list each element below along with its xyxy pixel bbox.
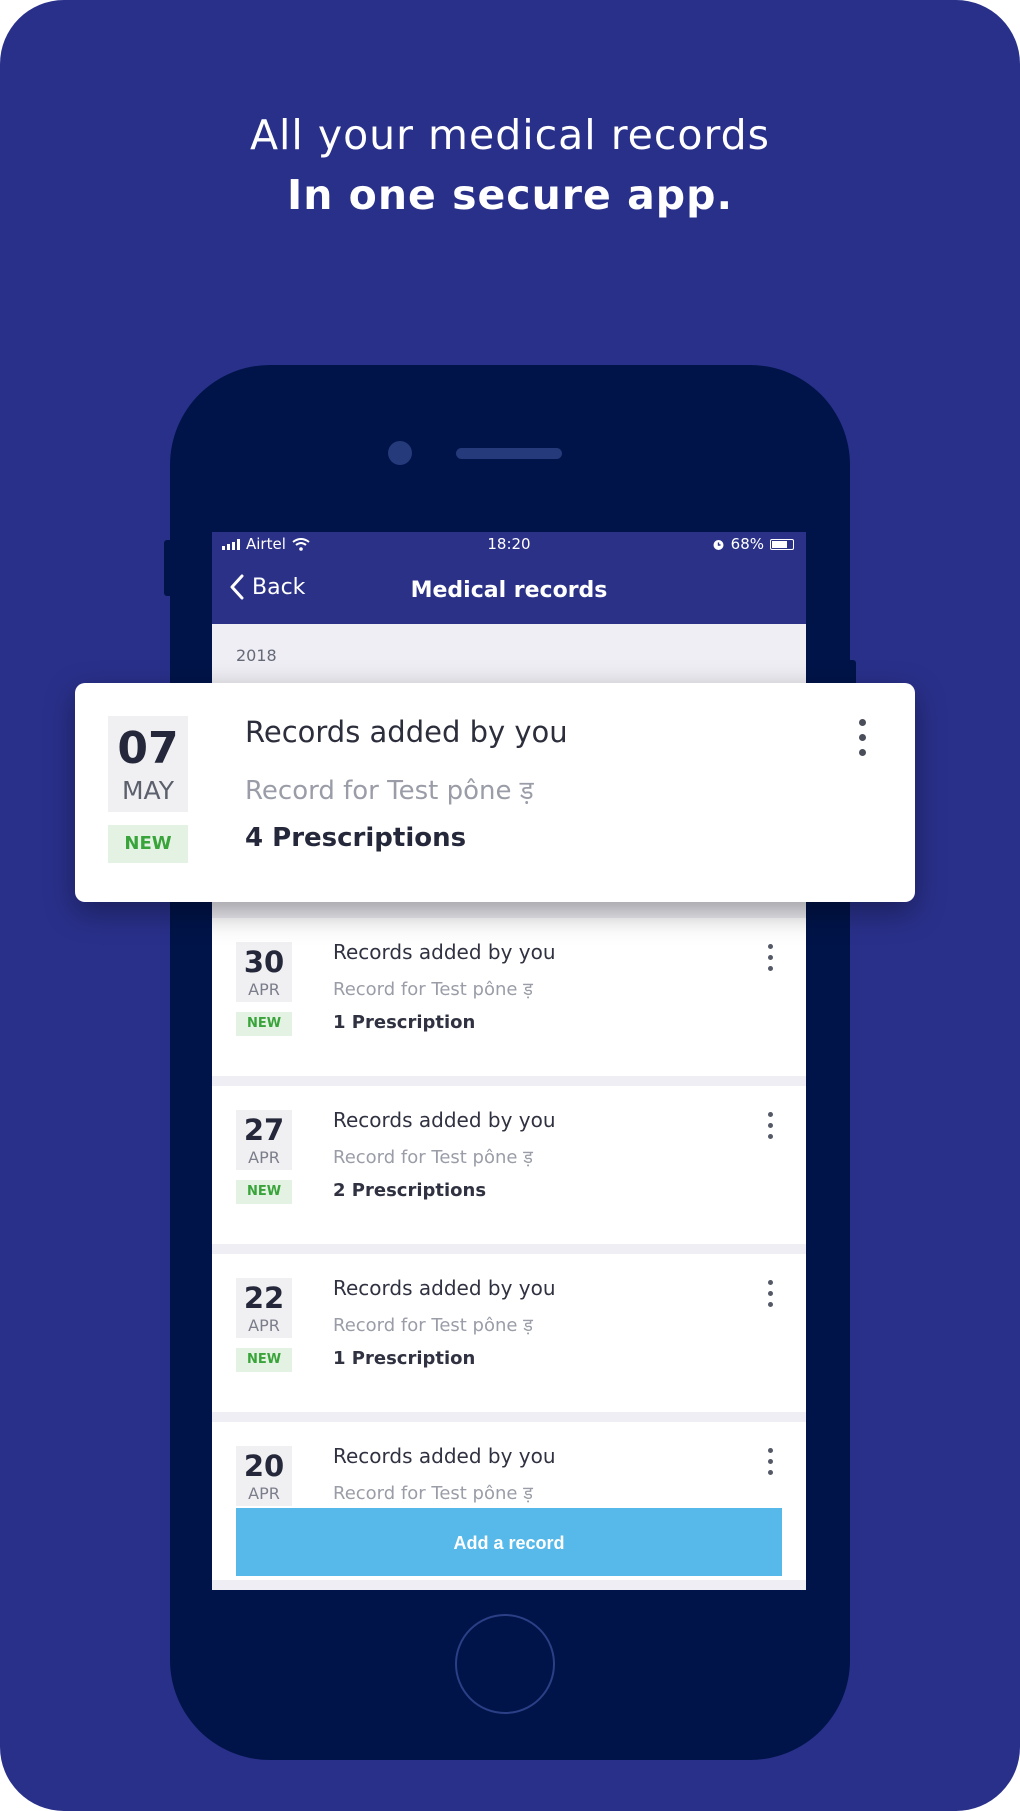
record-title: Records added by you: [333, 940, 556, 964]
record-day: 30: [243, 945, 285, 979]
record-title: Records added by you: [245, 715, 568, 749]
record-title: Records added by you: [333, 1108, 556, 1132]
record-subtitle: Record for Test pône ड़: [333, 1147, 533, 1168]
record-day: 20: [243, 1449, 285, 1483]
featured-record-card[interactable]: 07 MAY NEW Records added by you Record f…: [75, 683, 915, 902]
record-subtitle: Record for Test pône ड़: [333, 1483, 533, 1504]
record-title: Records added by you: [333, 1276, 556, 1300]
status-bar: Airtel 18:20 68%: [212, 532, 806, 556]
more-options-icon[interactable]: [768, 944, 774, 971]
app-nav-bar: Back Medical records: [212, 556, 806, 624]
record-month: APR: [248, 1316, 280, 1335]
battery-percent: 68%: [730, 535, 764, 553]
earpiece-speaker: [456, 448, 562, 459]
record-count: 1 Prescription: [333, 1348, 476, 1369]
record-day: 22: [243, 1281, 285, 1315]
add-record-button[interactable]: Add a record: [236, 1508, 782, 1576]
alarm-icon: [713, 539, 724, 550]
record-subtitle: Record for Test pône ड़: [333, 979, 533, 1000]
record-month: MAY: [121, 776, 174, 805]
more-options-icon[interactable]: [859, 719, 867, 756]
new-badge: NEW: [236, 1348, 292, 1372]
record-month: APR: [248, 1484, 280, 1503]
record-count: 4 Prescriptions: [245, 823, 467, 853]
new-badge: NEW: [236, 1180, 292, 1204]
record-count: 1 Prescription: [333, 1012, 476, 1033]
more-options-icon[interactable]: [768, 1280, 774, 1307]
home-button[interactable]: [455, 1614, 555, 1714]
battery-icon: [770, 538, 794, 550]
date-box: 22 APR: [236, 1278, 292, 1338]
record-subtitle: Record for Test pône ड़: [245, 776, 534, 806]
date-box: 20 APR: [236, 1446, 292, 1506]
record-title: Records added by you: [333, 1444, 556, 1468]
record-day: 27: [243, 1113, 285, 1147]
record-month: APR: [248, 980, 280, 999]
more-options-icon[interactable]: [768, 1112, 774, 1139]
headline: All your medical records In one secure a…: [0, 105, 1020, 225]
headline-line-1: All your medical records: [249, 111, 771, 159]
promo-background: All your medical records In one secure a…: [0, 0, 1020, 1811]
new-badge: NEW: [108, 825, 188, 863]
list-item[interactable]: 22 APR NEW Records added by you Record f…: [212, 1254, 806, 1412]
year-section-header: 2018: [236, 646, 277, 665]
new-badge: NEW: [236, 1012, 292, 1036]
headline-line-2: In one secure app.: [286, 171, 734, 219]
page-title: Medical records: [410, 578, 608, 603]
date-box: 07 MAY: [108, 716, 188, 812]
date-box: 27 APR: [236, 1110, 292, 1170]
front-camera: [388, 441, 412, 465]
record-month: APR: [248, 1148, 280, 1167]
list-item[interactable]: 30 APR NEW Records added by you Record f…: [212, 918, 806, 1076]
record-count: 2 Prescriptions: [333, 1180, 487, 1201]
list-item[interactable]: 27 APR NEW Records added by you Record f…: [212, 1086, 806, 1244]
more-options-icon[interactable]: [768, 1448, 774, 1475]
record-subtitle: Record for Test pône ड़: [333, 1315, 533, 1336]
record-day: 07: [117, 723, 179, 774]
date-box: 30 APR: [236, 942, 292, 1002]
